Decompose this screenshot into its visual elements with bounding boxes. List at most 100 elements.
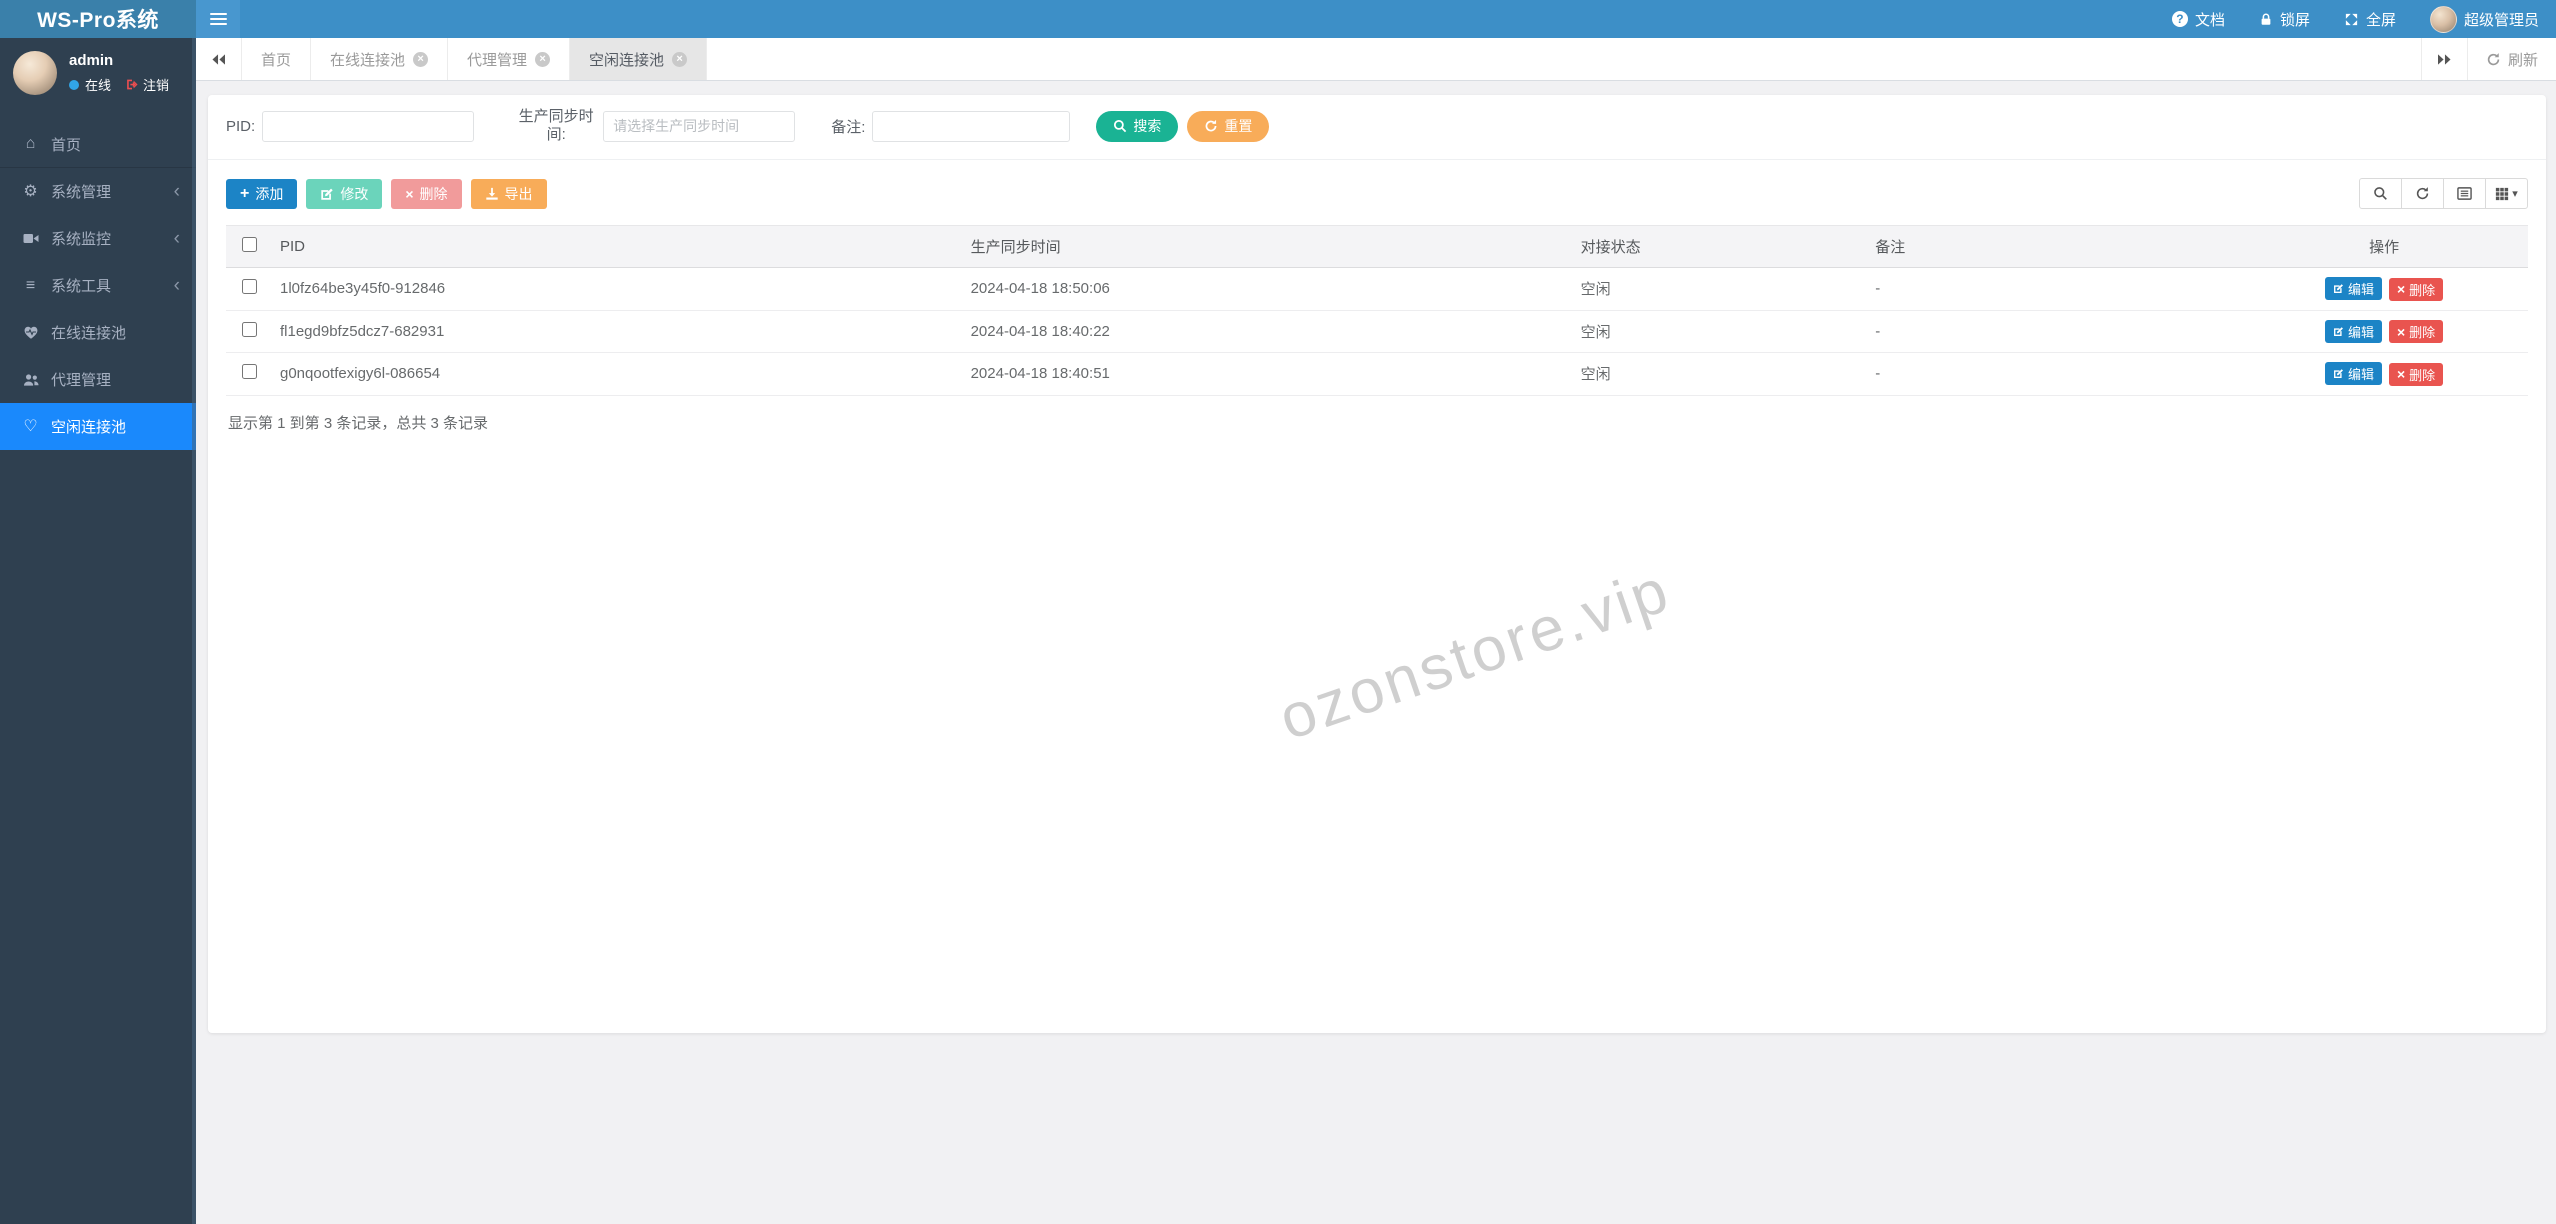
cell-sync-time: 2024-04-18 18:40:51 [962,352,1573,396]
logout-label: 注销 [143,78,170,93]
header-actions: 操作 [2240,225,2528,268]
modify-button[interactable]: 修改 [306,178,383,209]
lock-screen-button[interactable]: 锁屏 [2242,0,2327,38]
username: admin [69,52,114,69]
row-checkbox[interactable] [241,364,257,380]
tab-label: 代理管理 [467,51,528,69]
docs-link[interactable]: ? 文档 [2155,0,2242,38]
sidebar-item-label: 在线连接池 [51,325,127,342]
sidebar-item-label: 系统工具 [51,278,112,295]
header-status: 对接状态 [1572,225,1868,268]
sidebar-item-system-management[interactable]: ⚙ 系统管理 ‹ [0,168,196,215]
navbar-avatar [2429,5,2457,33]
row-edit-button[interactable]: 编辑 [2324,362,2382,385]
hamburger-icon [209,10,227,28]
tab-online-pool[interactable]: 在线连接池 × [311,38,449,80]
toggle-view-button[interactable] [2443,178,2486,209]
user-avatar[interactable] [13,51,57,95]
logout-link[interactable]: 注销 [125,75,169,94]
search-button[interactable]: 搜索 [1096,110,1179,142]
note-label: 备注: [831,118,866,136]
sidebar-item-online-pool[interactable]: 在线连接池 [0,309,196,356]
toggle-search-button[interactable] [2359,178,2402,209]
cell-pid: 1l0fz64be3y45f0-912846 [272,267,963,311]
cell-note: - [1867,310,2241,353]
tabs-scroll-left-button[interactable] [196,38,242,80]
video-camera-icon [21,232,40,245]
sidebar-user-panel: admin 在线 注销 [0,38,196,107]
edit-icon [320,187,334,201]
row-checkbox[interactable] [241,279,257,295]
sidebar-item-idle-pool[interactable]: ♡ 空闲连接池 [0,403,196,450]
lock-icon [2259,12,2273,27]
pagination-summary: 显示第 1 到第 3 条记录，总共 3 条记录 [228,414,489,432]
note-input[interactable] [872,110,1071,142]
refresh-table-button[interactable] [2401,178,2444,209]
tab-refresh-label: 刷新 [2507,51,2538,69]
pid-input[interactable] [262,110,475,142]
chevron-left-icon: ‹ [173,181,180,202]
online-status-dot [69,79,79,90]
content-area: PID: 生产同步时间: 备注: 搜索 [196,81,2556,1224]
search-button-label: 搜索 [1133,118,1162,134]
table-toolbar: + 添加 修改 × 删除 导出 ▾ [208,160,2546,219]
table-row: g0nqootfexigy6l-086654 2024-04-18 18:40:… [226,352,2528,396]
tab-proxy-management[interactable]: 代理管理 × [448,38,571,80]
sidebar: admin 在线 注销 ⌂ 首页 ⚙ 系统管理 ‹ 系统监控 ‹ ≡ 系统工具 … [0,38,196,1224]
sidebar-item-system-tools[interactable]: ≡ 系统工具 ‹ [0,262,196,309]
delete-button[interactable]: × 删除 [391,178,462,209]
tabs-scroll-right-button[interactable] [2420,38,2467,80]
reset-button[interactable]: 重置 [1187,110,1270,142]
row-checkbox[interactable] [241,321,257,337]
row-delete-button[interactable]: × 删除 [2388,277,2444,301]
export-button-label: 导出 [504,185,533,202]
chevron-left-icon: ‹ [173,228,180,249]
download-icon [485,187,499,201]
sidebar-item-home[interactable]: ⌂ 首页 [0,121,196,168]
export-button[interactable]: 导出 [470,178,547,209]
row-edit-button[interactable]: 编辑 [2324,277,2382,300]
sidebar-toggle-button[interactable] [196,0,240,38]
sidebar-item-label: 空闲连接池 [51,419,127,436]
docs-label: 文档 [2194,11,2225,29]
gear-icon: ⚙ [23,182,38,200]
tab-idle-pool[interactable]: 空闲连接池 × [570,38,708,80]
app-brand: WS-Pro系统 [0,0,196,38]
table-row: 1l0fz64be3y45f0-912846 2024-04-18 18:50:… [226,267,2528,311]
sidebar-item-proxy-management[interactable]: 代理管理 [0,356,196,403]
fullscreen-label: 全屏 [2365,11,2396,29]
row-delete-button[interactable]: × 删除 [2388,320,2444,343]
fullscreen-button[interactable]: 全屏 [2327,0,2413,38]
cell-pid: fl1egd9bfz5dcz7-682931 [272,310,963,353]
search-form: PID: 生产同步时间: 备注: 搜索 [208,95,2546,160]
edit-icon [2334,369,2343,378]
sync-time-input[interactable] [603,110,796,142]
delete-button-label: 删除 [419,185,448,202]
header-sync-time: 生产同步时间 [962,225,1573,268]
user-menu[interactable]: 超级管理员 [2413,0,2556,38]
x-icon: × [2396,366,2406,382]
table-tools: ▾ [2359,178,2528,209]
sidebar-item-system-monitor[interactable]: 系统监控 ‹ [0,215,196,262]
main-panel: PID: 生产同步时间: 备注: 搜索 [208,95,2546,1033]
cell-sync-time: 2024-04-18 18:40:22 [962,310,1573,353]
header-pid: PID [272,225,963,268]
tab-close-icon[interactable]: × [672,51,688,67]
tab-close-icon[interactable]: × [535,51,551,67]
refresh-icon [2416,187,2429,200]
tab-bar: 首页 在线连接池 × 代理管理 × 空闲连接池 × 刷新 [196,38,2556,81]
row-delete-button[interactable]: × 删除 [2388,362,2444,386]
tab-label: 首页 [261,51,292,69]
caret-down-icon: ▾ [2512,188,2518,200]
columns-dropdown-button[interactable]: ▾ [2485,178,2528,209]
tab-close-icon[interactable]: × [413,51,429,67]
add-button[interactable]: + 添加 [226,178,298,209]
tab-refresh-button[interactable]: 刷新 [2466,38,2556,80]
tab-home[interactable]: 首页 [242,38,312,80]
edit-icon [2334,326,2343,336]
select-all-checkbox[interactable] [241,237,257,252]
cell-sync-time: 2024-04-18 18:50:06 [962,267,1573,311]
search-icon [1113,119,1127,133]
row-edit-button[interactable]: 编辑 [2324,319,2382,343]
grid-icon [2496,187,2509,200]
